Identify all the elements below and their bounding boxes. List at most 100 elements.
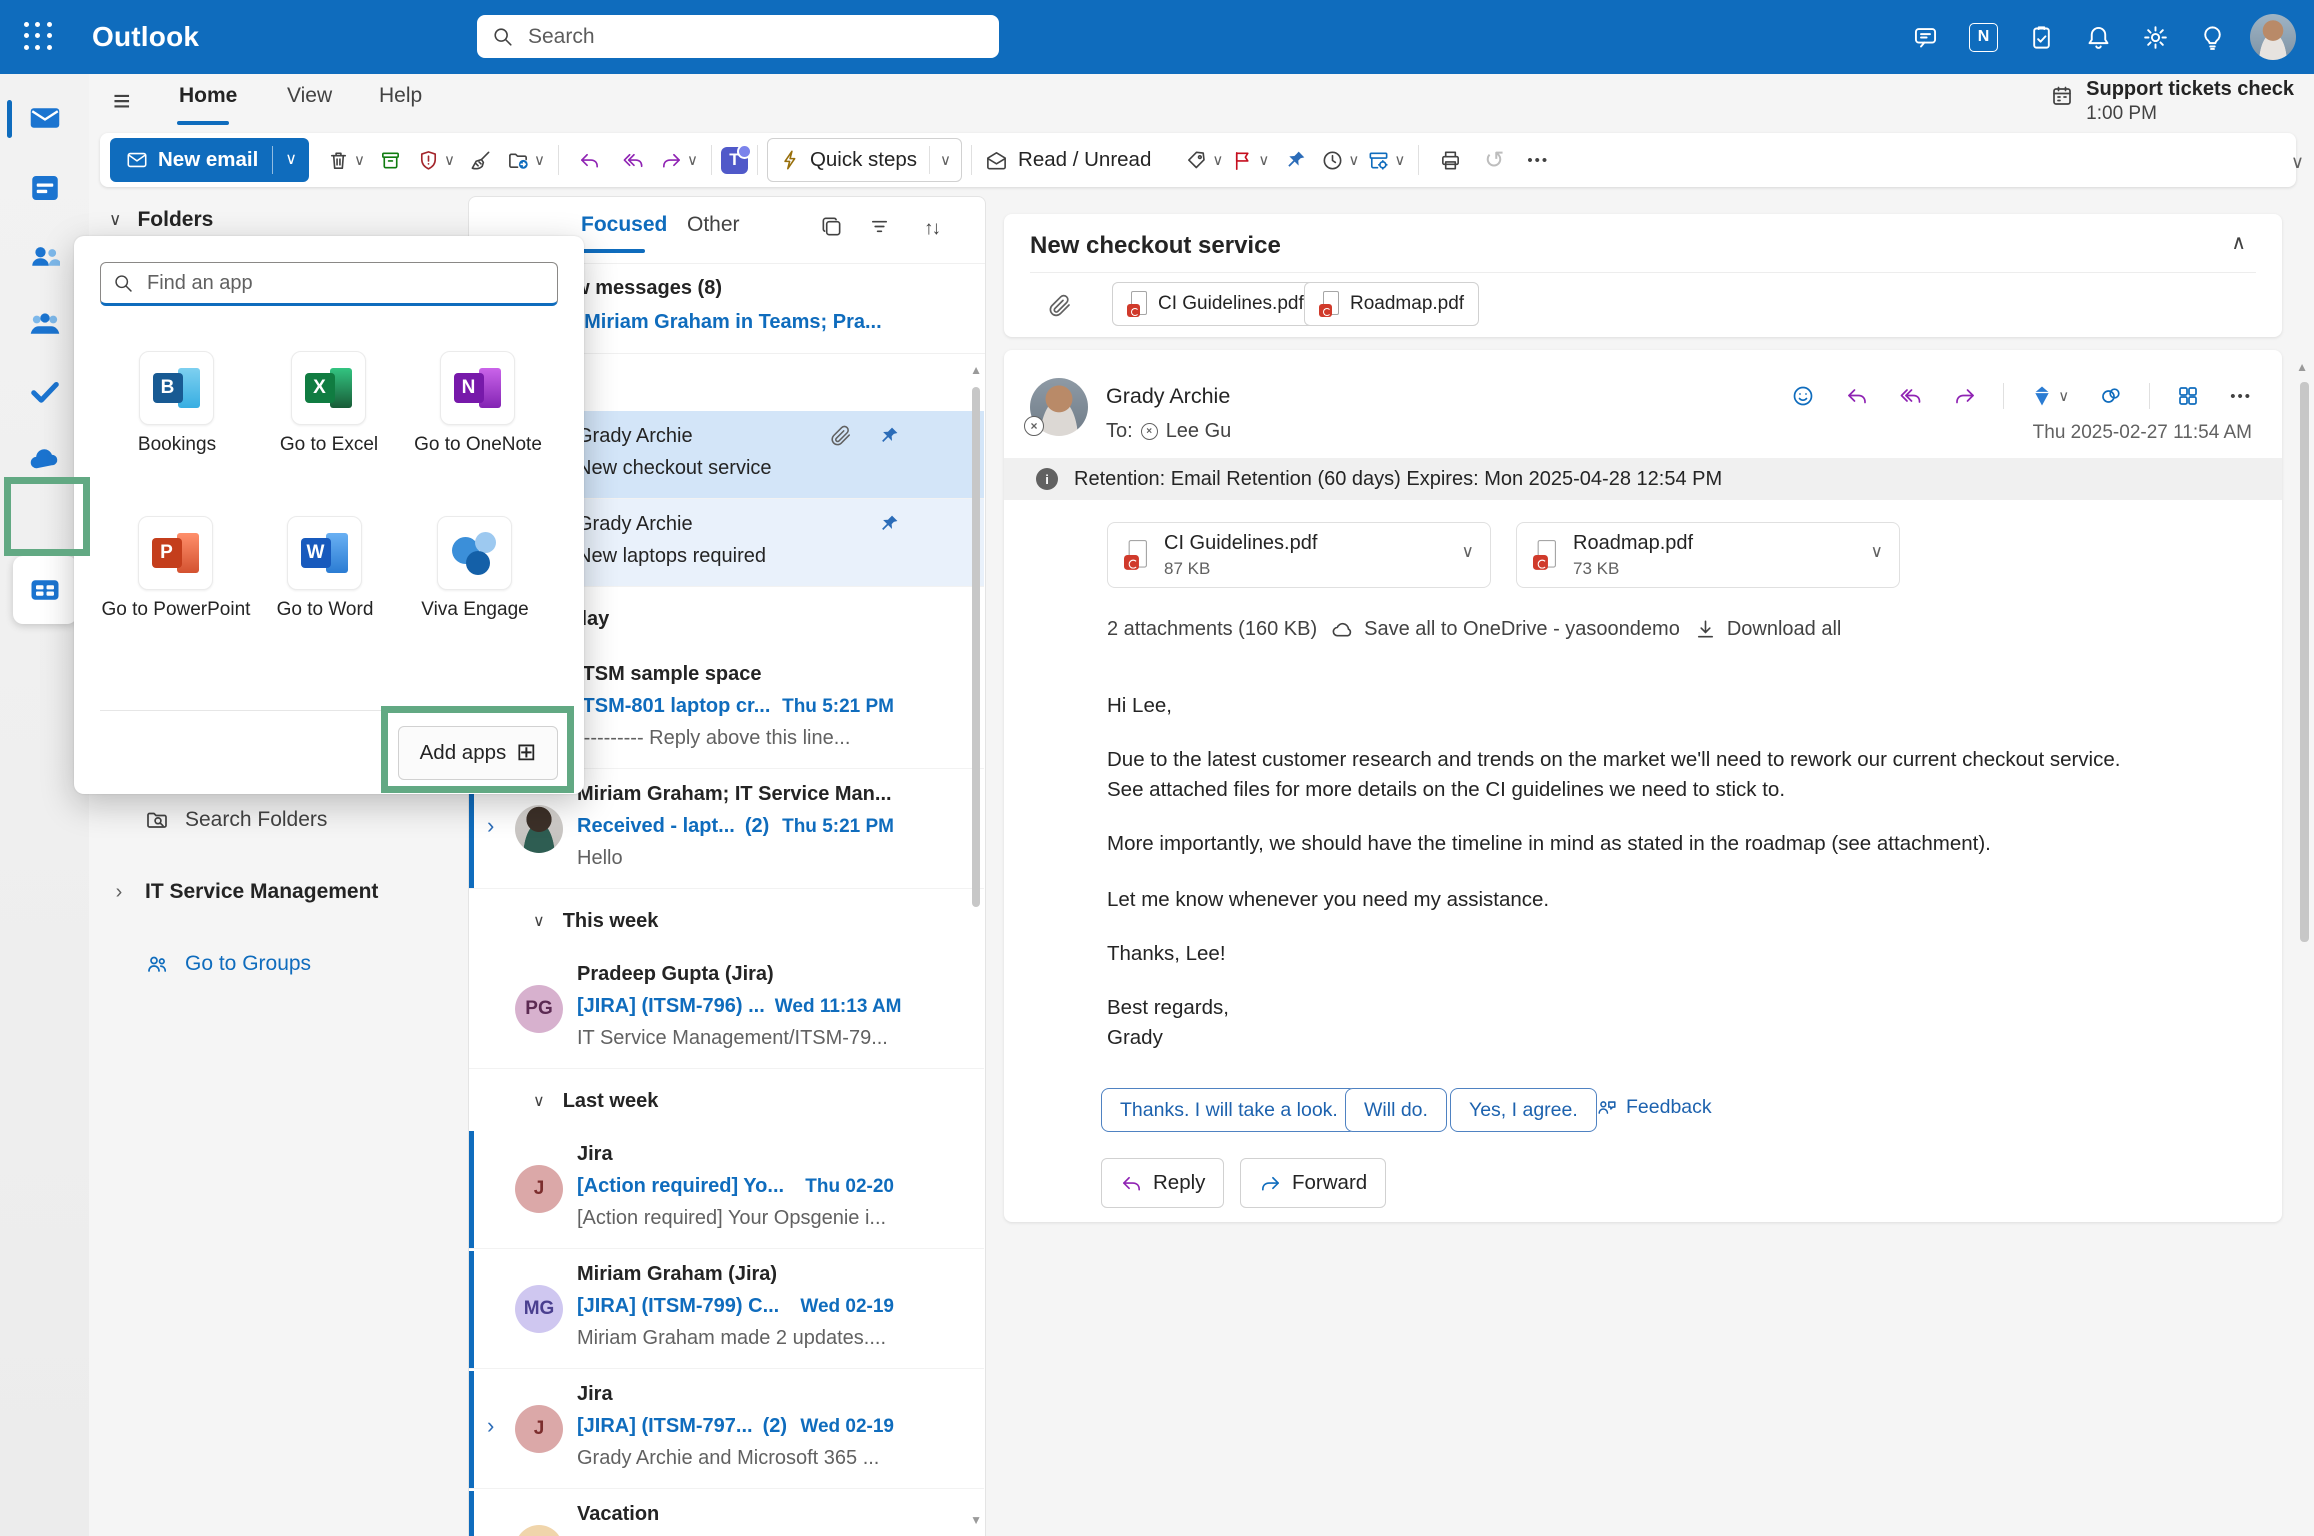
window-scrollbar-thumb[interactable] xyxy=(2300,382,2309,942)
app-tile-word[interactable]: W xyxy=(287,516,362,590)
reply-all-button[interactable] xyxy=(612,138,656,182)
find-an-app-search[interactable] xyxy=(100,262,558,306)
new-email-dropdown-chevron[interactable]: ∨ xyxy=(273,152,309,168)
tab-view[interactable]: View xyxy=(287,84,332,108)
archive-button[interactable] xyxy=(369,138,413,182)
app-tile-bookings[interactable]: B xyxy=(139,351,214,425)
app-label-excel[interactable]: Go to Excel xyxy=(254,432,404,458)
list-item-itsm-797[interactable]: › J Jira [JIRA] (ITSM-797... (2) Wed 02-… xyxy=(469,1371,984,1489)
reactions-smiley-icon[interactable] xyxy=(1787,380,1819,412)
tab-home[interactable]: Home xyxy=(179,84,237,108)
suggested-reply-1[interactable]: Thanks. I will take a look. xyxy=(1101,1088,1357,1132)
share-to-teams-icon[interactable]: T xyxy=(721,147,748,174)
list-item-vacation[interactable]: V Vacation You just joined the... Tue 02… xyxy=(469,1491,984,1536)
rail-calendar-icon[interactable] xyxy=(0,158,89,218)
save-all-to-onedrive-link[interactable]: Save all to OneDrive - yasoondemo xyxy=(1331,618,1680,641)
viva-insights-icon[interactable] xyxy=(2095,380,2127,412)
list-item-action-required[interactable]: J Jira [Action required] Yo... Thu 02-20… xyxy=(469,1131,984,1249)
teams-chat-icon[interactable] xyxy=(1912,24,1939,51)
collapse-reading-pane-chevron[interactable]: ∧ xyxy=(2231,230,2246,255)
app-tile-excel[interactable]: X xyxy=(291,351,366,425)
reply-all-icon[interactable] xyxy=(1895,380,1927,412)
report-button[interactable]: ∨ xyxy=(413,138,459,182)
reply-icon[interactable] xyxy=(1841,380,1873,412)
find-an-app-input[interactable] xyxy=(145,271,545,296)
attachment-card-ci-guidelines[interactable]: CI Guidelines.pdf 87 KB ∨ xyxy=(1107,522,1491,588)
app-launcher-waffle-icon[interactable] xyxy=(24,22,54,52)
scroll-up-arrow[interactable]: ▲ xyxy=(970,363,982,377)
apps-grid-icon[interactable] xyxy=(2172,380,2204,412)
sender-name[interactable]: Grady Archie xyxy=(1106,384,1230,409)
notifications-bell-icon[interactable] xyxy=(2085,24,2112,51)
print-button[interactable] xyxy=(1428,138,1472,182)
list-item-itsm-799[interactable]: MG Miriam Graham (Jira) [JIRA] (ITSM-799… xyxy=(469,1251,984,1369)
forward-icon[interactable] xyxy=(1949,380,1981,412)
attachment-options-chevron[interactable]: ∨ xyxy=(1871,543,1883,560)
app-tile-powerpoint[interactable]: P xyxy=(138,516,213,590)
read-unread-button[interactable]: Read / Unread xyxy=(981,138,1155,182)
categorize-button[interactable]: ∨ xyxy=(1181,138,1227,182)
recipient-line[interactable]: To: × Lee Gu xyxy=(1106,420,1231,443)
feedback-link[interactable]: Feedback xyxy=(1596,1096,1712,1119)
undo-button[interactable]: ↺ xyxy=(1472,138,1516,182)
addin-diamond-icon[interactable]: ∨ xyxy=(2026,380,2073,412)
tips-lightbulb-icon[interactable] xyxy=(2199,24,2226,51)
hamburger-menu-icon[interactable]: ≡ xyxy=(113,82,131,122)
meeting-reminder[interactable]: Support tickets check 1:00 PM xyxy=(2050,78,2294,125)
search-input[interactable] xyxy=(526,24,984,50)
pin-icon[interactable] xyxy=(878,513,900,535)
reply-button-footer[interactable]: Reply xyxy=(1101,1158,1224,1208)
filter-icon[interactable] xyxy=(868,215,891,238)
snooze-button[interactable]: ∨ xyxy=(1317,138,1363,182)
list-scrollbar-thumb[interactable] xyxy=(972,387,980,907)
flag-button[interactable]: ∨ xyxy=(1227,138,1273,182)
attachment-card-roadmap[interactable]: Roadmap.pdf 73 KB ∨ xyxy=(1516,522,1900,588)
onenote-feed-icon[interactable]: N xyxy=(1969,23,1998,52)
search-folders-item[interactable]: Search Folders xyxy=(145,808,327,832)
app-label-powerpoint[interactable]: Go to PowerPoint xyxy=(101,597,251,623)
forward-button[interactable]: ∨ xyxy=(656,138,702,182)
recipient-name[interactable]: Lee Gu xyxy=(1166,420,1232,443)
profile-avatar[interactable] xyxy=(2250,14,2296,60)
add-apps-button[interactable]: Add apps ⊞ xyxy=(398,726,558,780)
app-tile-onenote[interactable]: N xyxy=(440,351,515,425)
tab-other[interactable]: Other xyxy=(687,213,740,237)
forward-button-footer[interactable]: Forward xyxy=(1240,1158,1386,1208)
app-label-word[interactable]: Go to Word xyxy=(250,597,400,623)
settings-gear-icon[interactable] xyxy=(2142,24,2169,51)
suggested-reply-3[interactable]: Yes, I agree. xyxy=(1450,1088,1597,1132)
sort-icon[interactable]: ↑↓ xyxy=(924,218,939,240)
it-service-management-folder[interactable]: › IT Service Management xyxy=(109,880,378,904)
delete-button[interactable]: ∨ xyxy=(323,138,369,182)
attachment-chip-ci-guidelines[interactable]: CI Guidelines.pdf xyxy=(1112,282,1319,326)
folders-header[interactable]: ∨ Folders xyxy=(109,208,213,232)
section-last-week[interactable]: ∨ Last week xyxy=(469,1073,985,1129)
list-item-itsm-796[interactable]: PG Pradeep Gupta (Jira) [JIRA] (ITSM-796… xyxy=(469,951,984,1069)
pin-button[interactable] xyxy=(1273,138,1317,182)
collapse-ribbon-chevron[interactable]: ∨ xyxy=(2291,152,2304,173)
rail-mail-icon[interactable] xyxy=(0,88,89,148)
download-all-link[interactable]: Download all xyxy=(1694,618,1842,641)
attachment-options-chevron[interactable]: ∨ xyxy=(1462,543,1474,560)
rules-button[interactable]: ∨ xyxy=(1363,138,1409,182)
app-label-bookings[interactable]: Bookings xyxy=(102,432,252,458)
reply-button[interactable] xyxy=(568,138,612,182)
section-this-week[interactable]: ∨ This week xyxy=(469,893,985,949)
app-tile-viva-engage[interactable] xyxy=(437,516,512,590)
more-toolbar-options-button[interactable]: ••• xyxy=(1516,138,1560,182)
scroll-down-arrow[interactable]: ▼ xyxy=(970,1513,982,1527)
move-to-button[interactable]: ∨ xyxy=(503,138,549,182)
app-label-onenote[interactable]: Go to OneNote xyxy=(403,432,553,458)
todo-tasks-icon[interactable] xyxy=(2028,24,2055,51)
app-label-viva-engage[interactable]: Viva Engage xyxy=(400,597,550,623)
tab-help[interactable]: Help xyxy=(379,84,422,108)
select-all-icon[interactable] xyxy=(820,215,843,238)
more-actions-icon[interactable]: ••• xyxy=(2226,384,2256,409)
pin-icon[interactable] xyxy=(878,425,900,447)
new-email-button[interactable]: New email ∨ xyxy=(110,138,309,182)
tab-focused[interactable]: Focused xyxy=(581,213,667,237)
attachment-chip-roadmap[interactable]: Roadmap.pdf xyxy=(1304,282,1479,326)
sweep-button[interactable] xyxy=(459,138,503,182)
expand-conversation-chevron[interactable]: › xyxy=(487,813,494,839)
global-search[interactable] xyxy=(477,15,999,58)
